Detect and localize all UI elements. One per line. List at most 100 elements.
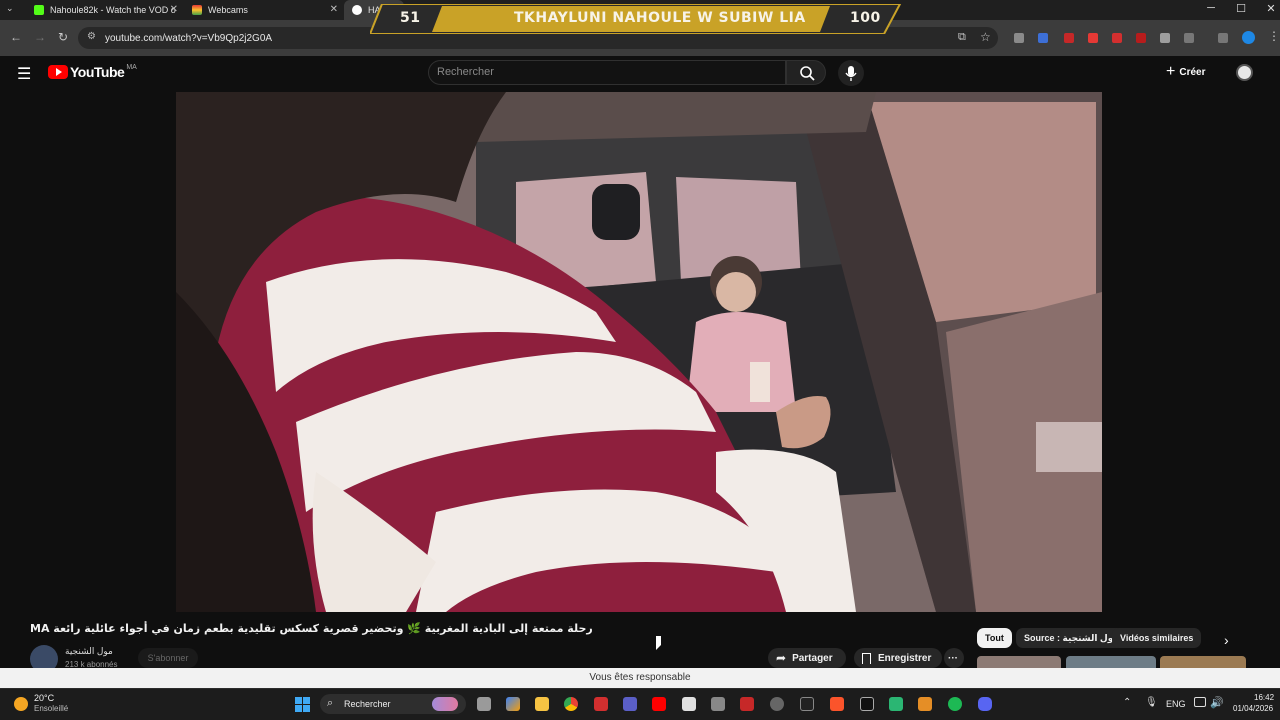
- microphone-icon: [845, 66, 857, 81]
- voice-search-button[interactable]: [838, 60, 864, 86]
- share-button[interactable]: ➦ Partager: [768, 648, 846, 668]
- taskbar-search-label: Rechercher: [344, 699, 391, 709]
- extensions-puzzle-icon[interactable]: [1184, 33, 1194, 43]
- url-text[interactable]: youtube.com/watch?v=Vb9Qp2j2G0A: [105, 33, 272, 44]
- tab-list-chevron-icon[interactable]: ⌄: [6, 3, 14, 14]
- volume-icon[interactable]: 🔊: [1210, 696, 1224, 709]
- close-window-button[interactable]: ✕: [1256, 2, 1280, 15]
- app-orange-icon[interactable]: [918, 697, 932, 711]
- copilot-icon[interactable]: [506, 697, 520, 711]
- brave-icon[interactable]: [830, 697, 844, 711]
- save-button[interactable]: Enregistrer: [854, 648, 942, 668]
- video-title: رحلة ممتعة إلى البادية المغربية 🌿 وتحضير…: [30, 622, 593, 635]
- responsibility-notice: Vous êtes responsable: [0, 668, 1280, 688]
- mouse-cursor-icon: [656, 636, 661, 650]
- share-arrow-icon: ➦: [776, 651, 787, 665]
- tray-mic-icon[interactable]: 🎙: [1145, 697, 1158, 708]
- banner-right-number: 100: [850, 10, 881, 26]
- google-favicon-icon: [352, 5, 362, 15]
- extension-icon[interactable]: [1064, 33, 1074, 43]
- minimize-button[interactable]: ─: [1196, 2, 1226, 14]
- banner-left-number: 51: [400, 10, 421, 26]
- youtube-app-icon[interactable]: [652, 697, 666, 711]
- teams-icon[interactable]: [623, 697, 637, 711]
- tab-close-icon[interactable]: ✕: [170, 4, 178, 15]
- extension-icon[interactable]: [1038, 33, 1048, 43]
- clock-date[interactable]: 01/04/2026: [1233, 704, 1273, 713]
- weather-temperature[interactable]: 20°C: [34, 693, 54, 703]
- spotify-icon[interactable]: [948, 697, 962, 711]
- webcams-favicon-icon: [192, 5, 202, 15]
- install-app-icon[interactable]: ⧉: [958, 31, 966, 44]
- youtube-play-icon: [48, 65, 68, 79]
- subscribe-button[interactable]: S'abonner: [138, 648, 198, 668]
- related-thumbnail[interactable]: [977, 656, 1061, 668]
- chrome-icon[interactable]: [564, 697, 578, 711]
- extension-icon[interactable]: [1136, 33, 1146, 43]
- extension-icon[interactable]: [1014, 33, 1024, 43]
- youtube-region-code: MA: [126, 63, 137, 71]
- related-thumbnail[interactable]: [1160, 656, 1246, 668]
- tab-webcams[interactable]: Webcams ✕: [184, 0, 342, 20]
- video-frame: [176, 92, 1102, 612]
- create-label: Créer: [1179, 66, 1206, 78]
- bookmark-icon: [862, 652, 871, 664]
- app-settings-icon[interactable]: [770, 697, 784, 711]
- search-icon: [800, 66, 815, 81]
- chip-source[interactable]: Source : مول الشنجية: [1016, 628, 1127, 648]
- youtube-logo[interactable]: YouTube MA: [48, 64, 137, 80]
- weather-sun-icon[interactable]: [14, 697, 28, 711]
- tab-title: Webcams: [208, 5, 248, 15]
- app-tv-icon[interactable]: [860, 697, 874, 711]
- tab-close-icon[interactable]: ✕: [330, 4, 338, 15]
- create-button[interactable]: + Créer: [1166, 64, 1205, 80]
- start-windows-icon[interactable]: [295, 697, 310, 712]
- chevron-right-icon[interactable]: ›: [1224, 632, 1229, 648]
- network-icon[interactable]: [1194, 697, 1206, 707]
- weather-description[interactable]: Ensoleillé: [34, 704, 68, 713]
- keyboard-language[interactable]: ENG: [1166, 699, 1186, 709]
- tray-overflow-icon[interactable]: ⌃: [1123, 697, 1131, 708]
- reading-list-icon[interactable]: [1218, 33, 1228, 43]
- clock-time[interactable]: 16:42: [1254, 693, 1274, 702]
- channel-name[interactable]: مول الشنجية: [65, 646, 113, 657]
- plus-icon: +: [1166, 63, 1176, 80]
- banner-text: TKHAYLUNI NAHOULE W SUBIW LIA: [514, 10, 806, 26]
- task-view-icon[interactable]: [477, 697, 491, 711]
- extension-icon[interactable]: [1160, 33, 1170, 43]
- back-arrow-icon[interactable]: ←: [10, 30, 22, 44]
- reload-icon[interactable]: ↻: [58, 30, 68, 44]
- site-info-icon[interactable]: ⚙: [87, 31, 96, 42]
- browser-menu-icon[interactable]: ⋮: [1268, 29, 1280, 43]
- search-icon: ⌕: [327, 697, 334, 709]
- extension-icon[interactable]: [1112, 33, 1122, 43]
- app-red-icon[interactable]: [594, 697, 608, 711]
- bookmark-star-icon[interactable]: ☆: [980, 30, 991, 44]
- video-player[interactable]: [176, 92, 1102, 612]
- more-actions-button[interactable]: ···: [944, 648, 964, 668]
- maximize-button[interactable]: ☐: [1226, 2, 1256, 15]
- app-green-icon[interactable]: [889, 697, 903, 711]
- tab-kick-vod[interactable]: Nahoule82k - Watch the VOD o ✕: [26, 0, 182, 20]
- file-explorer-icon[interactable]: [535, 697, 549, 711]
- search-highlight-icon: [432, 697, 458, 711]
- hamburger-menu-icon[interactable]: ☰: [17, 64, 31, 84]
- chip-related[interactable]: Vidéos similaires: [1112, 628, 1202, 648]
- chip-all[interactable]: Tout: [977, 628, 1012, 648]
- kick-favicon-icon: [34, 5, 44, 15]
- stream-overlay-banner: 51 TKHAYLUNI NAHOULE W SUBIW LIA 100: [370, 4, 910, 34]
- tab-title: Nahoule82k - Watch the VOD o: [50, 5, 176, 15]
- forward-arrow-icon[interactable]: →: [34, 30, 46, 44]
- app-cloud-icon[interactable]: [711, 697, 725, 711]
- app-xm-icon[interactable]: [800, 697, 814, 711]
- profile-avatar-icon[interactable]: [1242, 31, 1255, 44]
- search-button[interactable]: [786, 60, 826, 85]
- extension-icon[interactable]: [1088, 33, 1098, 43]
- search-placeholder: Rechercher: [437, 66, 494, 78]
- app-fn-icon[interactable]: [682, 697, 696, 711]
- discord-icon[interactable]: [978, 697, 992, 711]
- youtube-logo-text: YouTube: [70, 64, 125, 80]
- app-redbolt-icon[interactable]: [740, 697, 754, 711]
- related-thumbnail[interactable]: [1066, 656, 1156, 668]
- account-avatar[interactable]: [1236, 64, 1253, 81]
